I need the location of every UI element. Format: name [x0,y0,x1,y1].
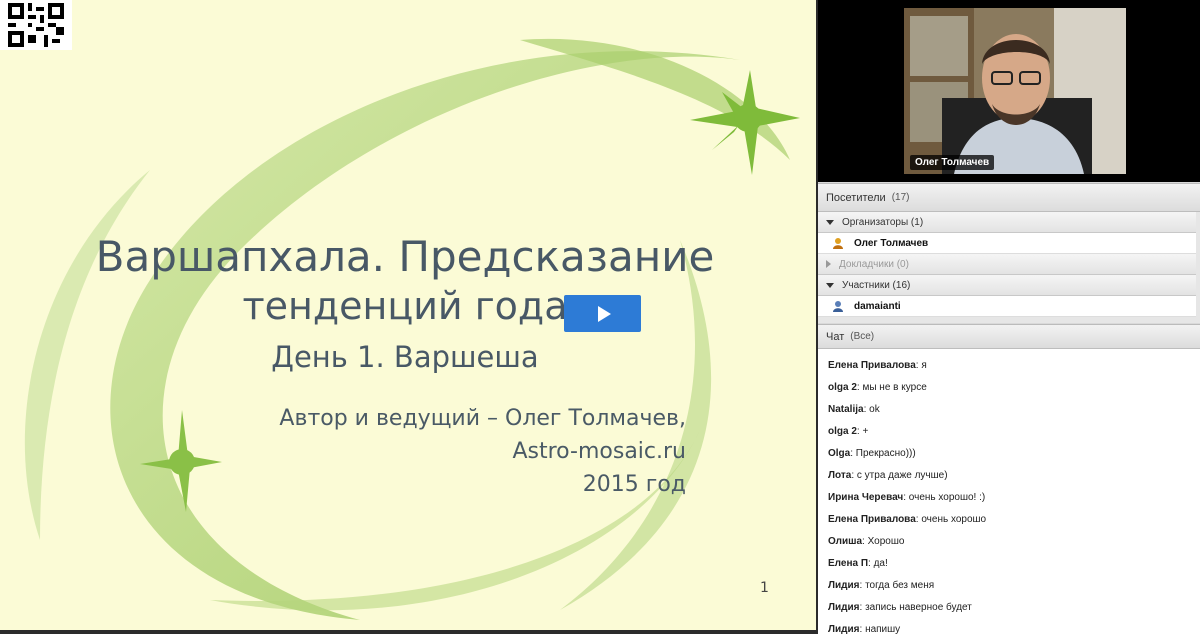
chat-message-author: olga 2 [828,426,857,437]
play-icon [598,305,611,322]
chat-message-text: очень хорошо! :) [908,492,986,503]
chat-message-text: я [921,360,927,371]
chevron-down-icon [826,282,834,288]
chat-message-author: Лидия [828,602,860,613]
chat-message-text: + [862,426,869,437]
chat-message-list: Елена Привалова: я olga 2: мы не в курсе N… [818,349,1200,634]
play-button[interactable] [564,295,641,332]
chat-message-text: ok [869,404,880,415]
participant-user-icon [833,301,843,312]
slide-title-line1: Варшапхала. Предсказание [95,232,715,281]
video-pod: Олег Толмачев [818,0,1200,182]
chat-message-author: Лидия [828,580,860,591]
chevron-down-icon [826,219,834,225]
presentation-slide: Варшапхала. Предсказание тенденций года … [0,0,816,630]
presenter-webcam: Олег Толмачев [904,8,1126,174]
group-presenters[interactable]: Докладчики (0) [818,254,1196,275]
chat-message: olga 2: мы не в курсе [828,382,927,393]
presenter-name-label: Олег Толмачев [910,155,995,170]
chat-message-author: Елена Привалова [828,514,916,525]
group-hosts[interactable]: Организаторы (1) [818,212,1196,233]
attendees-count: (17) [891,192,910,203]
host-user-icon [833,238,843,249]
chat-message-author: Елена Привалова [828,360,916,371]
attendees-title: Посетители [826,191,886,204]
chat-message: Natalija: ok [828,404,880,415]
chat-header: Чат (Все) [818,325,1200,349]
chat-message: olga 2: + [828,426,869,437]
chat-message: Елена П: да! [828,558,888,569]
attendee-row[interactable]: damaianti [818,296,1196,317]
chat-message-text: Прекрасно))) [855,448,916,459]
group-participants[interactable]: Участники (16) [818,275,1196,296]
slide-year: 2015 год [582,472,686,497]
group-hosts-label: Организаторы (1) [842,216,924,228]
attendee-row[interactable]: Олег Толмачев [818,233,1196,254]
chat-message: Лидия: запись наверное будет [828,602,972,613]
chat-message-text: очень хорошо [921,514,987,525]
chat-message: Лидия: напишу [828,624,901,634]
chat-message: Olga: Прекрасно))) [828,448,916,459]
chat-message-author: Лидия [828,624,860,634]
chat-message: Лидия: тогда без меня [828,580,935,591]
presenter-video-image [904,8,1126,174]
chat-message-text: запись наверное будет [865,602,972,613]
chat-message-author: Ирина Черевач [828,492,904,503]
chat-message-author: Olga [828,448,851,459]
shared-screen-pod: Варшапхала. Предсказание тенденций года … [0,0,818,634]
attendee-name: damaianti [854,300,901,312]
chat-message-author: Лота [828,470,852,481]
slide-author: Автор и ведущий – Олег Толмачев, [279,406,686,431]
chat-pod: Чат (Все) Елена Привалова: я olga 2: мы н… [818,324,1200,634]
chat-message-text: мы не в курсе [862,382,927,393]
right-panel: Олег Толмачев Посетители (17) Организато… [818,0,1200,634]
chat-message-author: Natalija [828,404,864,415]
attendee-name: Олег Толмачев [854,237,929,249]
chat-message: Елена Привалова: я [828,360,927,371]
chat-message: Олиша: Хорошо [828,536,905,547]
chat-message-text: да! [873,558,888,569]
chat-message-text: Хорошо [867,536,905,547]
group-presenters-label: Докладчики (0) [839,258,909,270]
chat-title: Чат [826,330,845,343]
chevron-right-icon [826,260,831,268]
qr-code-icon [0,0,72,50]
chat-message-author: Олиша [828,536,863,547]
chat-scope: (Все) [850,331,875,342]
group-participants-label: Участники (16) [842,279,911,291]
slide-website: Astro-mosaic.ru [512,439,686,464]
slide-page-number: 1 [760,580,769,596]
chat-message: Елена Привалова: очень хорошо [828,514,987,525]
chat-message: Ирина Черевач: очень хорошо! :) [828,492,986,503]
attendees-header: Посетители (17) [818,184,1200,212]
chat-message-author: Елена П [828,558,869,569]
chat-message-text: тогда без меня [865,580,935,591]
slide-title-line2: тенденций года [242,284,568,328]
chat-message-text: с утра даже лучше) [856,470,948,481]
chat-message-author: olga 2 [828,382,857,393]
attendees-pod: Посетители (17) Организаторы (1) Олег То… [818,183,1200,323]
chat-message: Лота: с утра даже лучше) [828,470,948,481]
slide-subtitle: День 1. Варшеша [271,340,539,374]
chat-message-text: напишу [865,624,901,634]
